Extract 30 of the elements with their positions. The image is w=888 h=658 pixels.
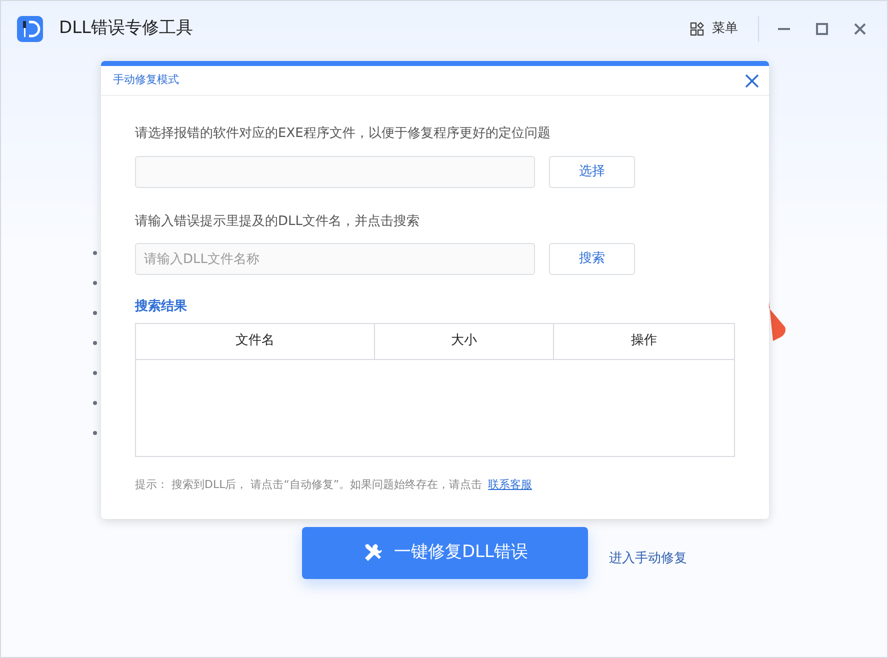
bullet-dot [93, 431, 97, 435]
column-header: 大小 [375, 324, 554, 358]
bullet-dot [93, 311, 97, 315]
bullet-dot [93, 341, 97, 345]
dialog-title: 手动修复模式 [113, 72, 179, 88]
column-header: 文件名 [136, 324, 375, 358]
file-path-field[interactable] [135, 156, 535, 188]
bullet-dot [93, 281, 97, 285]
close-icon [854, 22, 866, 34]
bullet-dot [93, 401, 97, 405]
close-icon [745, 74, 759, 88]
section-title: 搜索结果 [135, 298, 188, 316]
repair-button[interactable]: 一键修复DLL错误 [302, 527, 588, 579]
select-button[interactable]: 选择 [549, 156, 635, 188]
bullet-dot [93, 251, 97, 255]
search-button[interactable]: 搜索 [549, 243, 635, 275]
grid-icon [690, 22, 704, 36]
menu-button[interactable]: 菜单 [684, 18, 744, 40]
bullet-dot [93, 371, 97, 375]
instruction-text: 请输入错误提示里提及的DLL文件名，并点击搜索 [135, 212, 420, 230]
hint-text: 提示： 搜索到DLL后， 请点击“自动修复”。如果问题始终存在，请点击 [135, 476, 482, 492]
search-field[interactable]: 请输入DLL文件名称 [135, 243, 535, 275]
maximize-icon [816, 22, 828, 34]
manual-repair-link[interactable]: 进入手动修复 [609, 549, 687, 568]
contact-link[interactable]: 联系客服 [488, 476, 532, 493]
app-logo-icon [17, 16, 43, 42]
instruction-text: 请选择报错的软件对应的EXE程序文件，以便于修复程序更好的定位问题 [135, 125, 552, 143]
minimize-icon [778, 28, 790, 30]
app-title: DLL错误专修工具 [59, 16, 194, 40]
column-header: 操作 [630, 332, 658, 350]
